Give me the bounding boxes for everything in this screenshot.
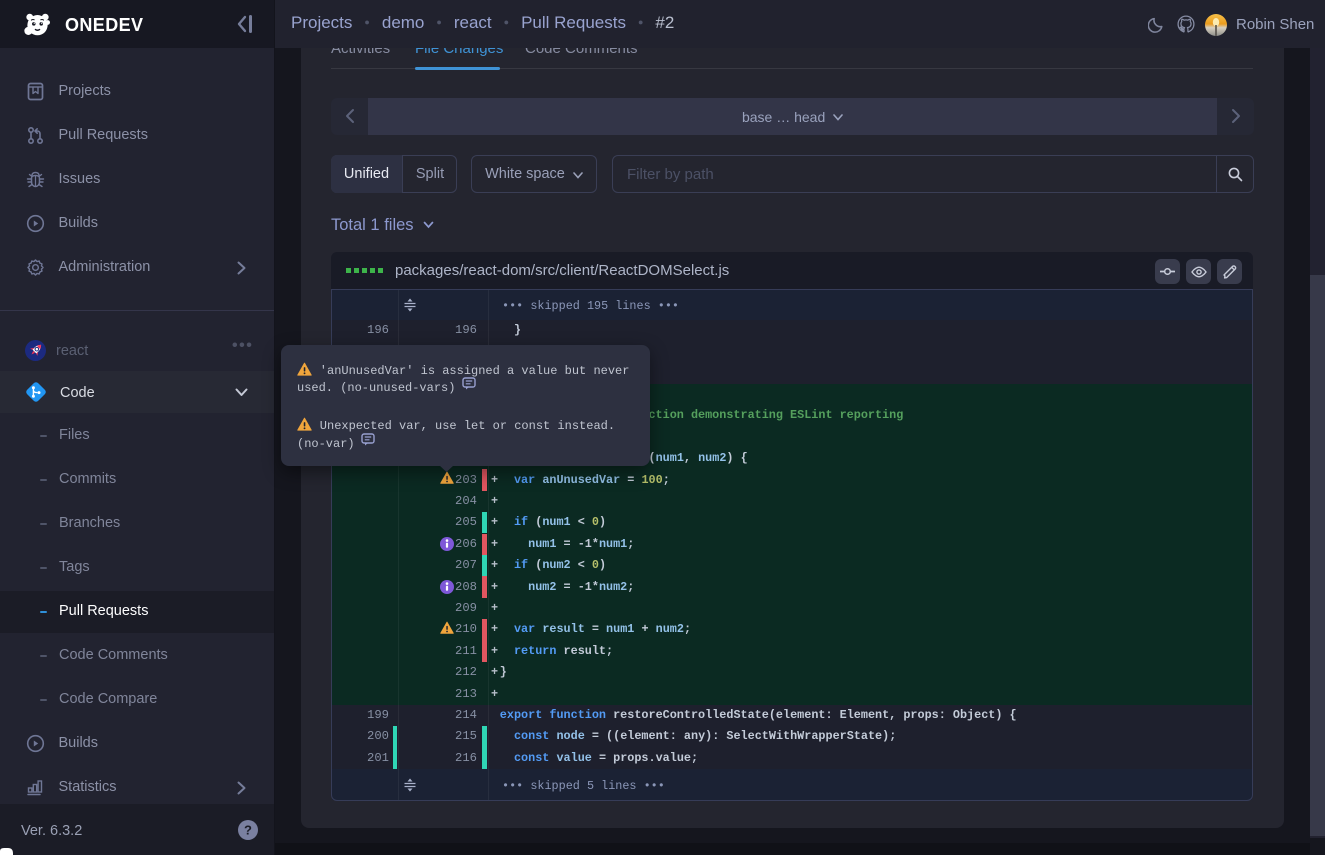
svg-text:?: ? [244,823,252,838]
